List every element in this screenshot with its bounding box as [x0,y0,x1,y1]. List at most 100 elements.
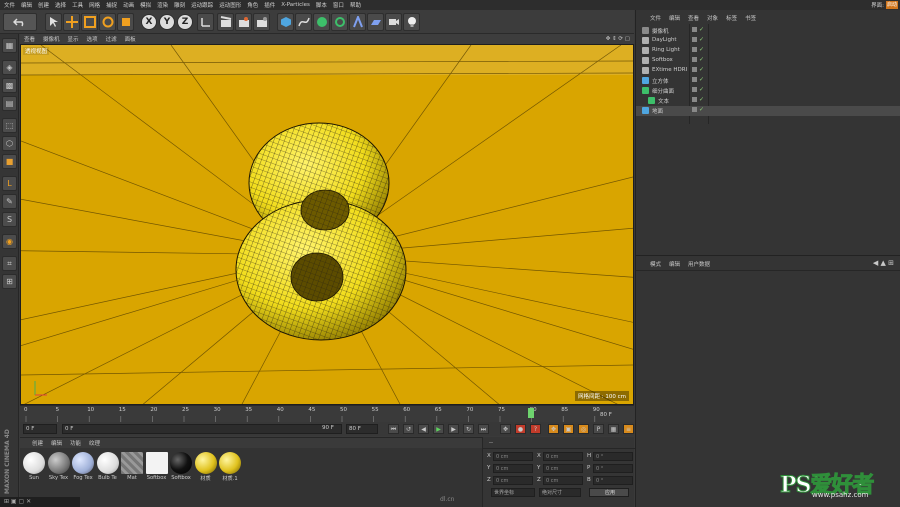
polygons-mode-button[interactable]: ■ [2,154,17,169]
enabled-check-icon[interactable]: ✓ [699,66,704,73]
viewport-menu-options[interactable]: 选项 [87,35,98,43]
workplane-lock-button[interactable]: ⌗ [2,256,17,271]
coordinate-value-field[interactable]: 0 cm [543,452,583,461]
layout-dropdown[interactable]: 启动 [886,1,898,9]
light-button[interactable] [403,13,420,31]
axis-x-lock-button[interactable]: X [141,14,157,30]
model-mode-button[interactable]: ◈ [2,60,17,75]
viewport-menu-filter[interactable]: 过滤 [106,35,117,43]
attrmgr-menu-userdata[interactable]: 用户数据 [688,260,710,268]
material-menu-texture[interactable]: 纹理 [89,439,100,447]
subdivision-surface-button[interactable] [313,13,330,31]
objmgr-menu-view[interactable]: 查看 [688,14,699,22]
key-pla-button[interactable]: ▦ [608,424,619,434]
menu-item-mograph[interactable]: 运动图形 [219,1,241,9]
camera-button[interactable] [385,13,402,31]
next-frame-button[interactable]: ▶ [448,424,459,434]
object-row[interactable]: 文本 ✓ [636,96,900,106]
array-button[interactable] [331,13,348,31]
rotate-tool-button[interactable] [99,13,116,31]
material-menu-edit[interactable]: 编辑 [51,439,62,447]
make-editable-button[interactable]: ▦ [2,38,17,53]
edges-mode-button[interactable]: ⬡ [2,136,17,151]
material-menu-function[interactable]: 功能 [70,439,81,447]
enabled-check-icon[interactable]: ✓ [699,36,704,43]
objmgr-menu-file[interactable]: 文件 [650,14,661,22]
material-swatch[interactable]: Sky Tex [47,452,71,481]
coordinate-value-field[interactable]: 0 ° [593,464,633,473]
move-tool-button[interactable] [63,13,80,31]
menu-item-character[interactable]: 角色 [247,1,258,9]
start-frame-field[interactable]: 0 F [23,424,57,434]
timeline-window-button[interactable]: ≡ [623,424,634,434]
visibility-flag-icon[interactable] [692,77,697,82]
viewport-menu-display[interactable]: 显示 [68,35,79,43]
coordinate-value-field[interactable]: 0 cm [543,476,583,485]
cube-object-button[interactable] [277,13,294,31]
objmgr-menu-objects[interactable]: 对象 [707,14,718,22]
timeline-playhead[interactable] [528,408,534,418]
objmgr-menu-tags[interactable]: 标签 [726,14,737,22]
undo-button[interactable] [3,13,37,31]
attrmgr-menu-edit[interactable]: 编辑 [669,260,680,268]
record-button[interactable]: ● [515,424,526,434]
menu-item-tools[interactable]: 工具 [72,1,83,9]
visibility-flag-icon[interactable] [692,87,697,92]
objmgr-menu-edit[interactable]: 编辑 [669,14,680,22]
viewport-menu-panel[interactable]: 面板 [125,35,136,43]
material-swatch[interactable]: 材质.1 [218,452,242,482]
prev-frame-button[interactable]: ◀ [418,424,429,434]
menu-item-simulate[interactable]: 模拟 [140,1,151,9]
material-swatch[interactable]: Softbox [145,452,169,481]
material-swatch[interactable]: Softbox [169,452,193,481]
menu-item-file[interactable]: 文件 [4,1,15,9]
menu-item-animate[interactable]: 动画 [123,1,134,9]
scale-tool-button[interactable] [81,13,98,31]
coordinate-value-field[interactable]: 0 ° [593,452,633,461]
object-row[interactable]: DayLight ✓ [636,36,900,46]
object-row[interactable]: Softbox ✓ [636,56,900,66]
play-button[interactable]: ▶ [433,424,444,434]
menu-item-motion-tracking[interactable]: 运动跟踪 [191,1,213,9]
menu-item-x-particles[interactable]: X-Particles [281,2,310,8]
spline-pen-button[interactable] [295,13,312,31]
enabled-check-icon[interactable]: ✓ [699,76,704,83]
deformer-button[interactable] [349,13,366,31]
key-scale-button[interactable]: ▣ [563,424,574,434]
visibility-flag-icon[interactable] [692,57,697,62]
go-to-end-button[interactable]: ⏭ [478,424,489,434]
object-row[interactable]: EXtime HDRI ✓ [636,66,900,76]
coordinate-value-field[interactable]: 0 ° [593,476,633,485]
coordinate-value-field[interactable]: 0 cm [493,476,533,485]
render-settings-button[interactable] [253,13,270,31]
sculpt-button[interactable]: ◉ [2,234,17,249]
material-swatch[interactable]: 材质 [194,452,218,482]
size-mode-dropdown[interactable]: 绝对尺寸 [539,488,581,497]
render-view-button[interactable] [217,13,234,31]
viewport-nav-icons[interactable]: ✥ ⇕ ⟳ ▢ [606,36,630,42]
coordinate-value-field[interactable]: 0 cm [493,452,533,461]
coordinate-system-button[interactable] [197,13,214,31]
key-param-button[interactable]: P [593,424,604,434]
axis-y-lock-button[interactable]: Y [159,14,175,30]
visibility-flag-icon[interactable] [692,27,697,32]
grid-layer-button[interactable]: ⊞ [2,274,17,289]
menu-item-script[interactable]: 脚本 [316,1,327,9]
visibility-flag-icon[interactable] [692,67,697,72]
taskbar-icons[interactable]: ⊞ ▣ ▢ ✕ [4,498,31,505]
points-mode-button[interactable]: ⬚ [2,118,17,133]
axis-mode-button[interactable]: L [2,176,17,191]
visibility-flag-icon[interactable] [692,97,697,102]
figure-eight-model[interactable] [235,122,407,341]
texture-mode-button[interactable]: ▩ [2,78,17,93]
objmgr-menu-bookmarks[interactable]: 书签 [745,14,756,22]
visibility-flag-icon[interactable] [692,37,697,42]
enabled-check-icon[interactable]: ✓ [699,26,704,33]
material-swatch[interactable]: Bulb Te [96,452,120,481]
prev-key-button[interactable]: ↺ [403,424,414,434]
tweak-mode-button[interactable]: ✎ [2,194,17,209]
perspective-viewport[interactable]: 透视视图 网格间距 : 100 cm [20,44,634,405]
enabled-check-icon[interactable]: ✓ [699,56,704,63]
menu-item-help[interactable]: 帮助 [350,1,361,9]
material-swatch[interactable]: Mat [120,452,144,481]
